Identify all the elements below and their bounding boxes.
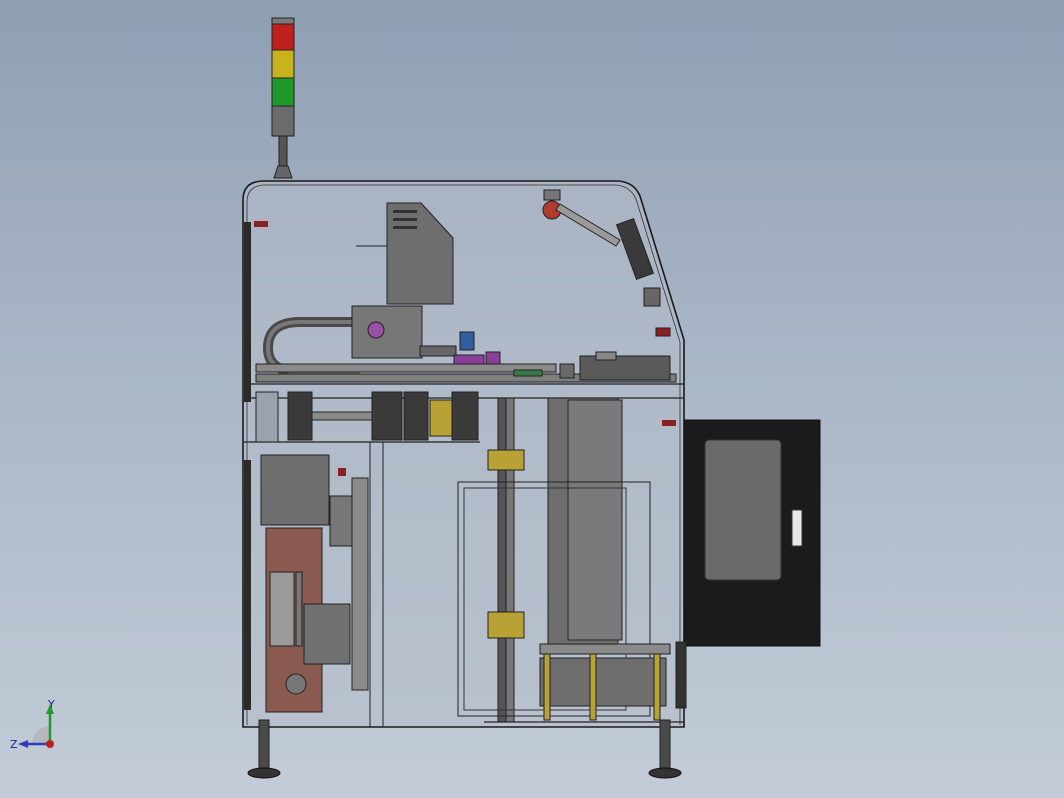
tower-yellow-light [271, 49, 295, 79]
door-window [704, 439, 782, 581]
tower-base [271, 105, 295, 137]
tower-pole [278, 135, 288, 167]
door-handle [791, 509, 803, 547]
machine-feet [247, 719, 682, 779]
tower-red-light [271, 23, 295, 51]
foot-left-post [258, 719, 270, 771]
z-axis-label: Z [10, 738, 18, 751]
x-axis-dot [46, 740, 54, 748]
blue-sensor [459, 331, 475, 351]
conveyor-motor [579, 355, 671, 381]
tower-green-light [271, 77, 295, 107]
drive-motor [539, 657, 667, 707]
tower-mount [273, 165, 293, 179]
left-lower-panel [244, 460, 251, 710]
foot-right-post [659, 719, 671, 771]
left-upper-panel [244, 222, 251, 402]
carriage-block [351, 305, 423, 359]
electrical-section [260, 454, 369, 713]
side-door[interactable] [662, 419, 821, 709]
foot-right-pad [648, 767, 682, 779]
left-sensor [254, 221, 268, 227]
signal-tower [271, 17, 295, 179]
z-axis-arrow [18, 740, 28, 748]
cad-viewport[interactable] [0, 0, 1064, 798]
foot-left-pad [247, 767, 281, 779]
carriage-motor [367, 321, 385, 339]
tower-cap [271, 17, 295, 25]
coordinate-axes-icon: Y Z [10, 698, 55, 751]
control-box [260, 454, 330, 526]
y-axis-label: Y [47, 698, 55, 711]
